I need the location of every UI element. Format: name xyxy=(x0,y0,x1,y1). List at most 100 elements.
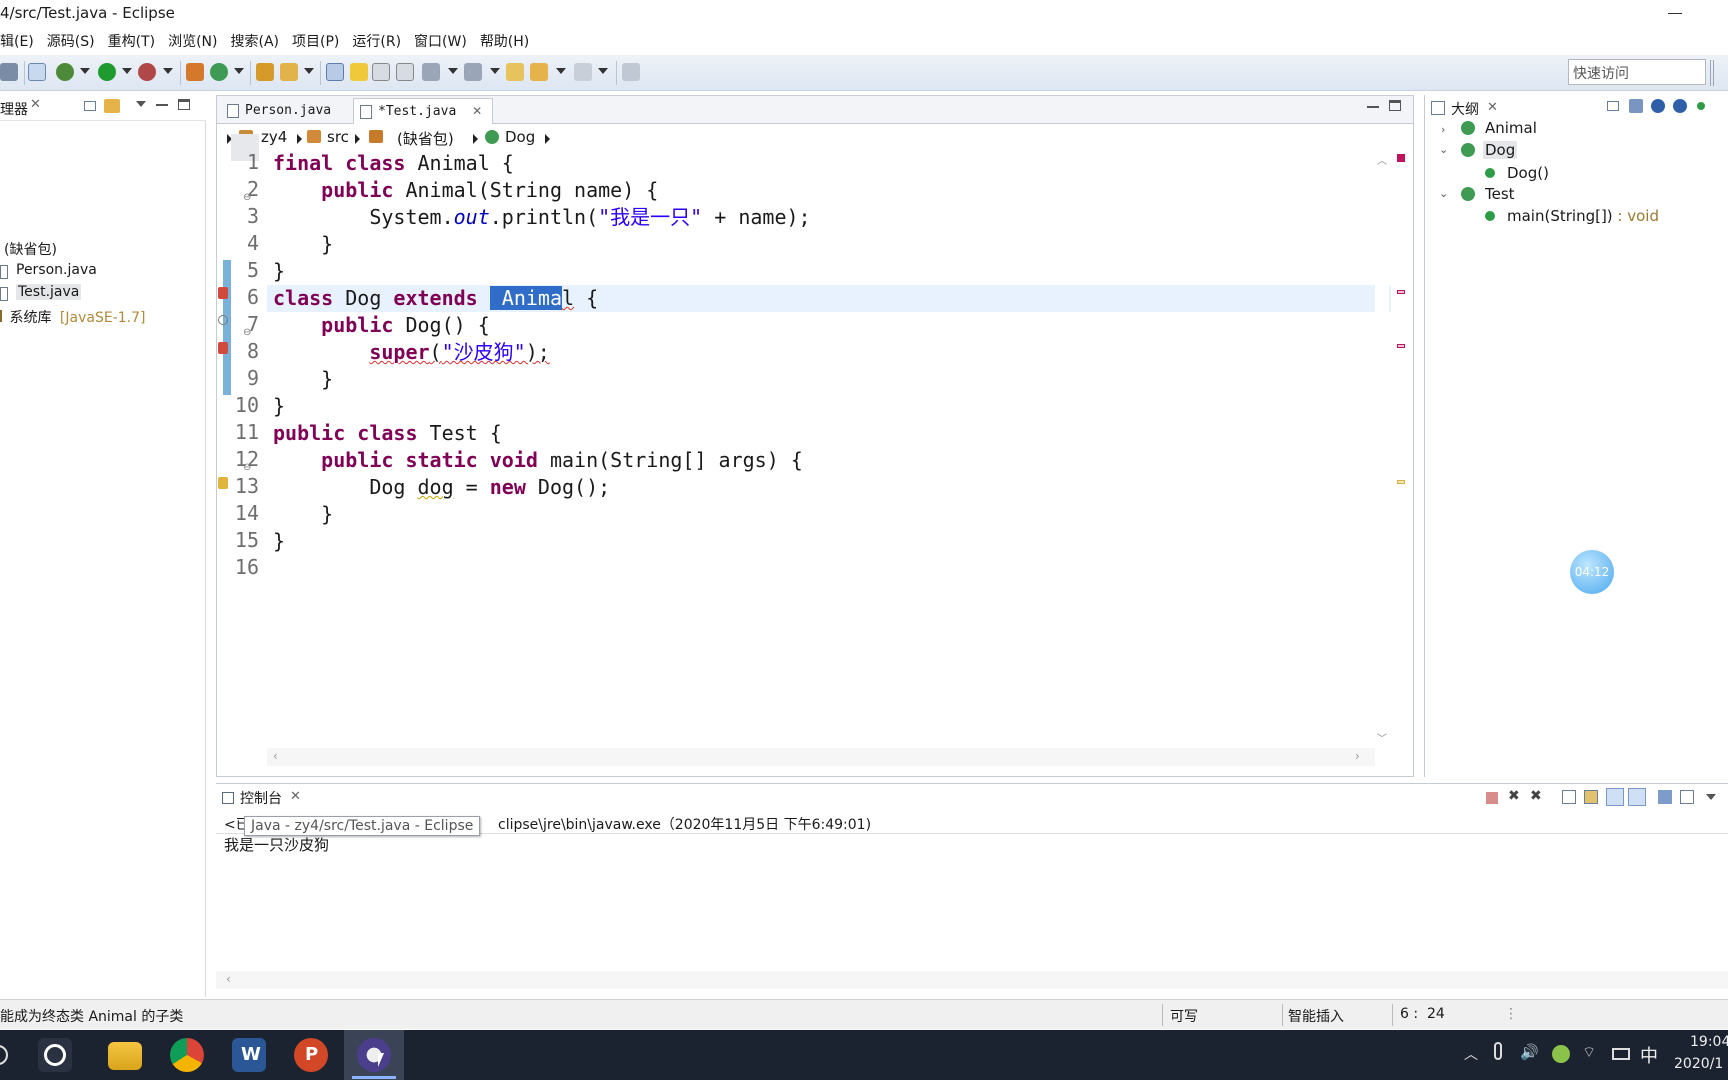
collapse-all-icon[interactable] xyxy=(1607,101,1619,111)
menu-source[interactable]: 源码(S) xyxy=(47,28,102,54)
microphone-icon[interactable] xyxy=(1494,1042,1502,1060)
code-line[interactable]: System.out.println("我是一只" + name); xyxy=(273,204,810,231)
print-icon[interactable] xyxy=(0,63,18,81)
warning-overview-marker[interactable] xyxy=(1397,480,1405,484)
link-with-editor-icon[interactable] xyxy=(104,99,120,113)
chevron-down-icon[interactable] xyxy=(490,68,500,76)
quick-access-input[interactable]: 快速访问 xyxy=(1568,59,1706,85)
menu-navigate[interactable]: 浏览(N) xyxy=(168,28,224,54)
block-selection-icon[interactable] xyxy=(372,63,390,81)
code-line[interactable]: public class Test { xyxy=(273,420,502,447)
chevron-up-icon[interactable]: ︿ xyxy=(1464,1044,1478,1064)
error-overview-marker[interactable] xyxy=(1397,344,1405,348)
close-icon[interactable]: ✕ xyxy=(290,789,301,804)
previous-annotation-icon[interactable] xyxy=(464,63,482,81)
override-marker-icon[interactable] xyxy=(218,315,228,325)
horizontal-scrollbar[interactable]: ‹ › xyxy=(267,748,1375,766)
minimize-editor-icon[interactable] xyxy=(1367,106,1379,108)
hide-non-public-icon[interactable] xyxy=(1697,102,1705,110)
network-status-icon[interactable] xyxy=(1552,1045,1570,1063)
code-line[interactable]: super("沙皮狗"); xyxy=(273,339,549,366)
remove-all-icon[interactable]: ✖ xyxy=(1530,788,1542,804)
outline-item-dog-constructor[interactable]: Dog() xyxy=(1485,164,1549,182)
tree-item-system-library[interactable]: 系统库 [JavaSE-1.7] xyxy=(0,307,145,327)
vertical-scrollbar[interactable]: ︿ ﹀ xyxy=(1375,150,1389,748)
minimize-view-icon[interactable] xyxy=(156,104,168,106)
error-overview-marker[interactable] xyxy=(1397,290,1405,294)
outline-title[interactable]: 大纲 xyxy=(1451,99,1479,119)
word-icon[interactable]: W xyxy=(232,1038,266,1072)
chevron-down-icon[interactable] xyxy=(598,68,608,76)
code-line[interactable]: public Dog() { xyxy=(273,312,490,339)
highlight-icon[interactable] xyxy=(350,63,368,81)
collapse-all-icon[interactable] xyxy=(84,101,96,111)
package-explorer-title[interactable]: 理器 xyxy=(0,99,28,119)
next-annotation-icon[interactable] xyxy=(422,63,440,81)
last-edit-location-icon[interactable] xyxy=(506,63,524,81)
code-line[interactable]: } xyxy=(273,258,285,285)
maximize-editor-icon[interactable] xyxy=(1389,100,1401,111)
sort-icon[interactable] xyxy=(1629,99,1643,113)
outline-item-animal[interactable]: › Animal xyxy=(1441,119,1537,137)
remove-launch-icon[interactable]: ✖ xyxy=(1508,788,1520,804)
outline-item-test[interactable]: ⌄ Test xyxy=(1439,185,1515,203)
menu-window[interactable]: 窗口(W) xyxy=(414,28,474,54)
open-type-icon[interactable] xyxy=(256,63,274,81)
tab-test-java[interactable]: *Test.java ✕ xyxy=(353,98,494,124)
outline-item-dog[interactable]: ⌄ Dog xyxy=(1439,141,1518,159)
menu-refactor[interactable]: 重构(T) xyxy=(108,28,162,54)
toggle-mark-occurrences-icon[interactable] xyxy=(326,63,344,81)
chevron-down-icon[interactable] xyxy=(122,68,132,76)
fold-minus-icon[interactable]: ⊖ xyxy=(243,327,251,338)
code-line[interactable]: } xyxy=(273,393,285,420)
tab-person-java[interactable]: Person.java xyxy=(221,98,341,124)
chrome-icon[interactable] xyxy=(170,1038,204,1072)
breadcrumb-class[interactable]: Dog xyxy=(505,128,535,146)
chevron-right-icon[interactable]: › xyxy=(1441,123,1445,136)
powerpoint-icon[interactable]: P xyxy=(294,1038,328,1072)
maximize-view-icon[interactable] xyxy=(178,99,190,110)
run-icon[interactable] xyxy=(98,63,116,81)
close-icon[interactable]: ✕ xyxy=(30,97,41,112)
new-package-icon[interactable] xyxy=(186,63,204,81)
tree-item-person-java[interactable]: Person.java xyxy=(0,262,97,279)
menu-project[interactable]: 项目(P) xyxy=(292,28,346,54)
close-icon[interactable]: ✕ xyxy=(472,104,482,118)
chevron-down-icon[interactable]: ⌄ xyxy=(1439,187,1448,200)
clock-date[interactable]: 2020/1 xyxy=(1674,1056,1723,1072)
outline-item-main[interactable]: main(String[]) : void xyxy=(1485,207,1659,225)
chevron-down-icon[interactable] xyxy=(1706,794,1716,800)
chevron-down-icon[interactable]: ⌄ xyxy=(1439,143,1448,156)
chevron-down-icon[interactable] xyxy=(163,68,173,76)
show-on-output-icon[interactable] xyxy=(1606,788,1624,806)
menu-run[interactable]: 运行(R) xyxy=(352,28,408,54)
code-line[interactable]: public static void main(String[] args) { xyxy=(273,447,803,474)
terminate-icon[interactable] xyxy=(1486,792,1498,804)
code-line[interactable]: class Dog extends Animal { xyxy=(273,285,598,312)
breadcrumb-src[interactable]: src xyxy=(327,128,349,146)
code-line[interactable]: public Animal(String name) { xyxy=(273,177,658,204)
chevron-down-icon[interactable] xyxy=(304,68,314,76)
error-marker-icon[interactable] xyxy=(218,342,228,354)
pin-console-icon[interactable] xyxy=(1658,790,1672,804)
chevron-left-icon[interactable]: ‹ xyxy=(226,972,231,986)
chevron-down-icon[interactable] xyxy=(234,68,244,76)
app-icon[interactable] xyxy=(38,1038,72,1072)
code-line[interactable]: } xyxy=(273,231,333,258)
battery-icon[interactable] xyxy=(1612,1048,1630,1060)
file-explorer-icon[interactable] xyxy=(108,1042,142,1070)
breadcrumb-project[interactable]: zy4 xyxy=(261,128,287,146)
taskbar-active-app[interactable] xyxy=(344,1030,404,1080)
close-icon[interactable]: ✕ xyxy=(1487,100,1498,115)
breadcrumb-package[interactable]: (缺省包) xyxy=(397,128,454,149)
clear-console-icon[interactable] xyxy=(1562,790,1576,804)
search-icon[interactable] xyxy=(0,1045,8,1065)
show-on-error-icon[interactable] xyxy=(1628,788,1646,806)
search-icon[interactable] xyxy=(280,63,298,81)
error-marker-icon[interactable] xyxy=(218,287,228,299)
code-line[interactable]: final class Animal { xyxy=(273,150,514,177)
menu-edit[interactable]: 辑(E) xyxy=(0,28,41,54)
fold-minus-icon[interactable]: ⊖ xyxy=(243,462,251,473)
chevron-down-icon[interactable] xyxy=(80,68,90,76)
back-arrow-icon[interactable] xyxy=(530,63,548,81)
